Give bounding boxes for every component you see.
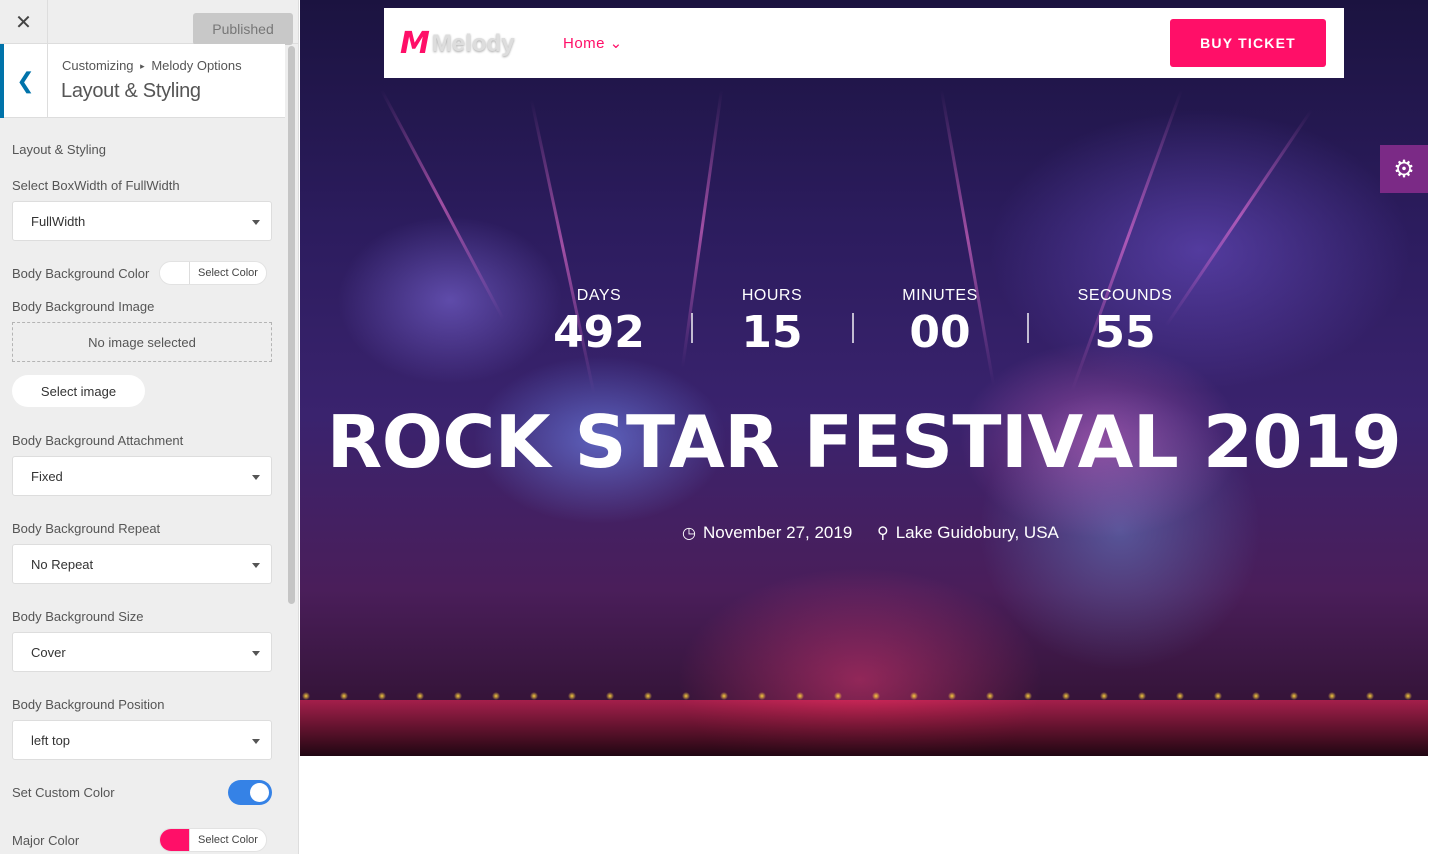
select-image-button[interactable]: Select image <box>12 375 145 407</box>
dropdown-arrow-icon <box>252 563 260 568</box>
section-header: ❮ Customizing ▸ Melody Options Layout & … <box>0 44 285 118</box>
dropdown-arrow-icon <box>252 475 260 480</box>
countdown-minutes: MINUTES 00 <box>885 287 995 358</box>
buy-ticket-button[interactable]: BUY TICKET <box>1170 19 1326 67</box>
toggle-knob <box>250 783 269 802</box>
countdown-label: DAYS <box>576 287 622 304</box>
bg-repeat-value: No Repeat <box>31 556 94 572</box>
clock-icon: ◷ <box>682 525 696 542</box>
countdown-days: DAYS 492 <box>549 287 649 358</box>
bg-position-select[interactable]: left top <box>12 720 272 760</box>
custom-color-label: Set Custom Color <box>12 785 115 800</box>
bg-repeat-label: Body Background Repeat <box>12 521 161 536</box>
countdown-value: 55 <box>1094 307 1156 358</box>
breadcrumb-root: Customizing <box>62 58 134 73</box>
bg-position-value: left top <box>31 732 71 748</box>
published-button[interactable]: Published <box>193 13 293 45</box>
back-arrow-icon[interactable]: ❮ <box>0 44 48 118</box>
bg-color-picker[interactable]: Select Color <box>159 261 267 285</box>
countdown-label: HOURS <box>741 287 803 304</box>
map-pin-icon: ⚲ <box>877 525 889 542</box>
countdown-label: SECOUNDS <box>1077 287 1173 304</box>
bg-image-label: Body Background Image <box>12 299 155 314</box>
box-width-value: FullWidth <box>31 213 86 229</box>
bg-color-swatch <box>160 262 190 284</box>
site-logo[interactable]: M Melody <box>400 26 515 61</box>
customizer-sidebar: ✕ Published ❮ Customizing ▸ Melody Optio… <box>0 0 299 854</box>
dropdown-arrow-icon <box>252 739 260 744</box>
site-preview: M Melody Home ⌄ BUY TICKET ⚙ DAYS 492 HO… <box>300 0 1428 854</box>
custom-color-toggle[interactable] <box>228 780 272 805</box>
section-title: Layout & Styling <box>61 80 201 102</box>
close-icon[interactable]: ✕ <box>0 0 48 44</box>
event-date: ◷ November 27, 2019 <box>682 523 852 543</box>
bg-color-label: Body Background Color <box>12 266 150 281</box>
event-location-text: Lake Guidobury, USA <box>895 523 1059 542</box>
light-beam <box>681 89 723 368</box>
countdown-value: 492 <box>553 307 645 358</box>
section-heading: Layout & Styling <box>12 142 106 157</box>
nav-item-home[interactable]: Home ⌄ <box>563 34 623 52</box>
dropdown-arrow-icon <box>252 651 260 656</box>
box-width-label: Select BoxWidth of FullWidth <box>12 178 180 193</box>
major-color-picker[interactable]: Select Color <box>159 828 267 852</box>
bg-position-label: Body Background Position <box>12 697 165 712</box>
breadcrumb-separator-icon: ▸ <box>140 61 145 71</box>
bg-color-button-label: Select Color <box>190 262 266 284</box>
event-date-text: November 27, 2019 <box>702 523 853 542</box>
stage-floor <box>300 700 1428 756</box>
box-width-select[interactable]: FullWidth <box>12 201 272 241</box>
site-header: M Melody Home ⌄ BUY TICKET <box>384 8 1344 78</box>
bg-size-value: Cover <box>31 644 66 660</box>
event-location: ⚲ Lake Guidobury, USA <box>877 523 1059 543</box>
customizer-header-bar: ✕ Published <box>0 0 298 45</box>
sidebar-scrollbar[interactable] <box>288 46 295 604</box>
countdown-divider <box>691 313 693 343</box>
countdown-value: 00 <box>909 307 971 358</box>
countdown-divider <box>852 313 854 343</box>
bg-attachment-label: Body Background Attachment <box>12 433 184 448</box>
countdown-value: 15 <box>741 307 803 358</box>
bg-size-select[interactable]: Cover <box>12 632 272 672</box>
bg-attachment-value: Fixed <box>31 468 63 484</box>
breadcrumb: Customizing ▸ Melody Options <box>62 58 242 73</box>
breadcrumb-section: Melody Options <box>151 58 242 73</box>
bg-attachment-select[interactable]: Fixed <box>12 456 272 496</box>
bg-repeat-select[interactable]: No Repeat <box>12 544 272 584</box>
hero-banner <box>300 0 1428 756</box>
countdown-seconds: SECOUNDS 55 <box>1065 287 1185 358</box>
event-title: ROCK STAR FESTIVAL 2019 <box>326 400 1402 484</box>
bg-image-placeholder: No image selected <box>12 322 272 362</box>
major-color-label: Major Color <box>12 833 80 848</box>
gear-icon[interactable]: ⚙ <box>1380 145 1428 193</box>
countdown-label: MINUTES <box>902 287 978 304</box>
logo-mark: M <box>400 26 430 61</box>
major-color-button-label: Select Color <box>190 829 266 851</box>
logo-wordmark: Melody <box>431 29 515 57</box>
countdown-divider <box>1027 313 1029 343</box>
bg-size-label: Body Background Size <box>12 609 144 624</box>
light-beam <box>1164 109 1313 327</box>
dropdown-arrow-icon <box>252 220 260 225</box>
countdown-hours: HOURS 15 <box>722 287 822 358</box>
light-beam <box>380 89 505 321</box>
major-color-swatch <box>160 829 190 851</box>
